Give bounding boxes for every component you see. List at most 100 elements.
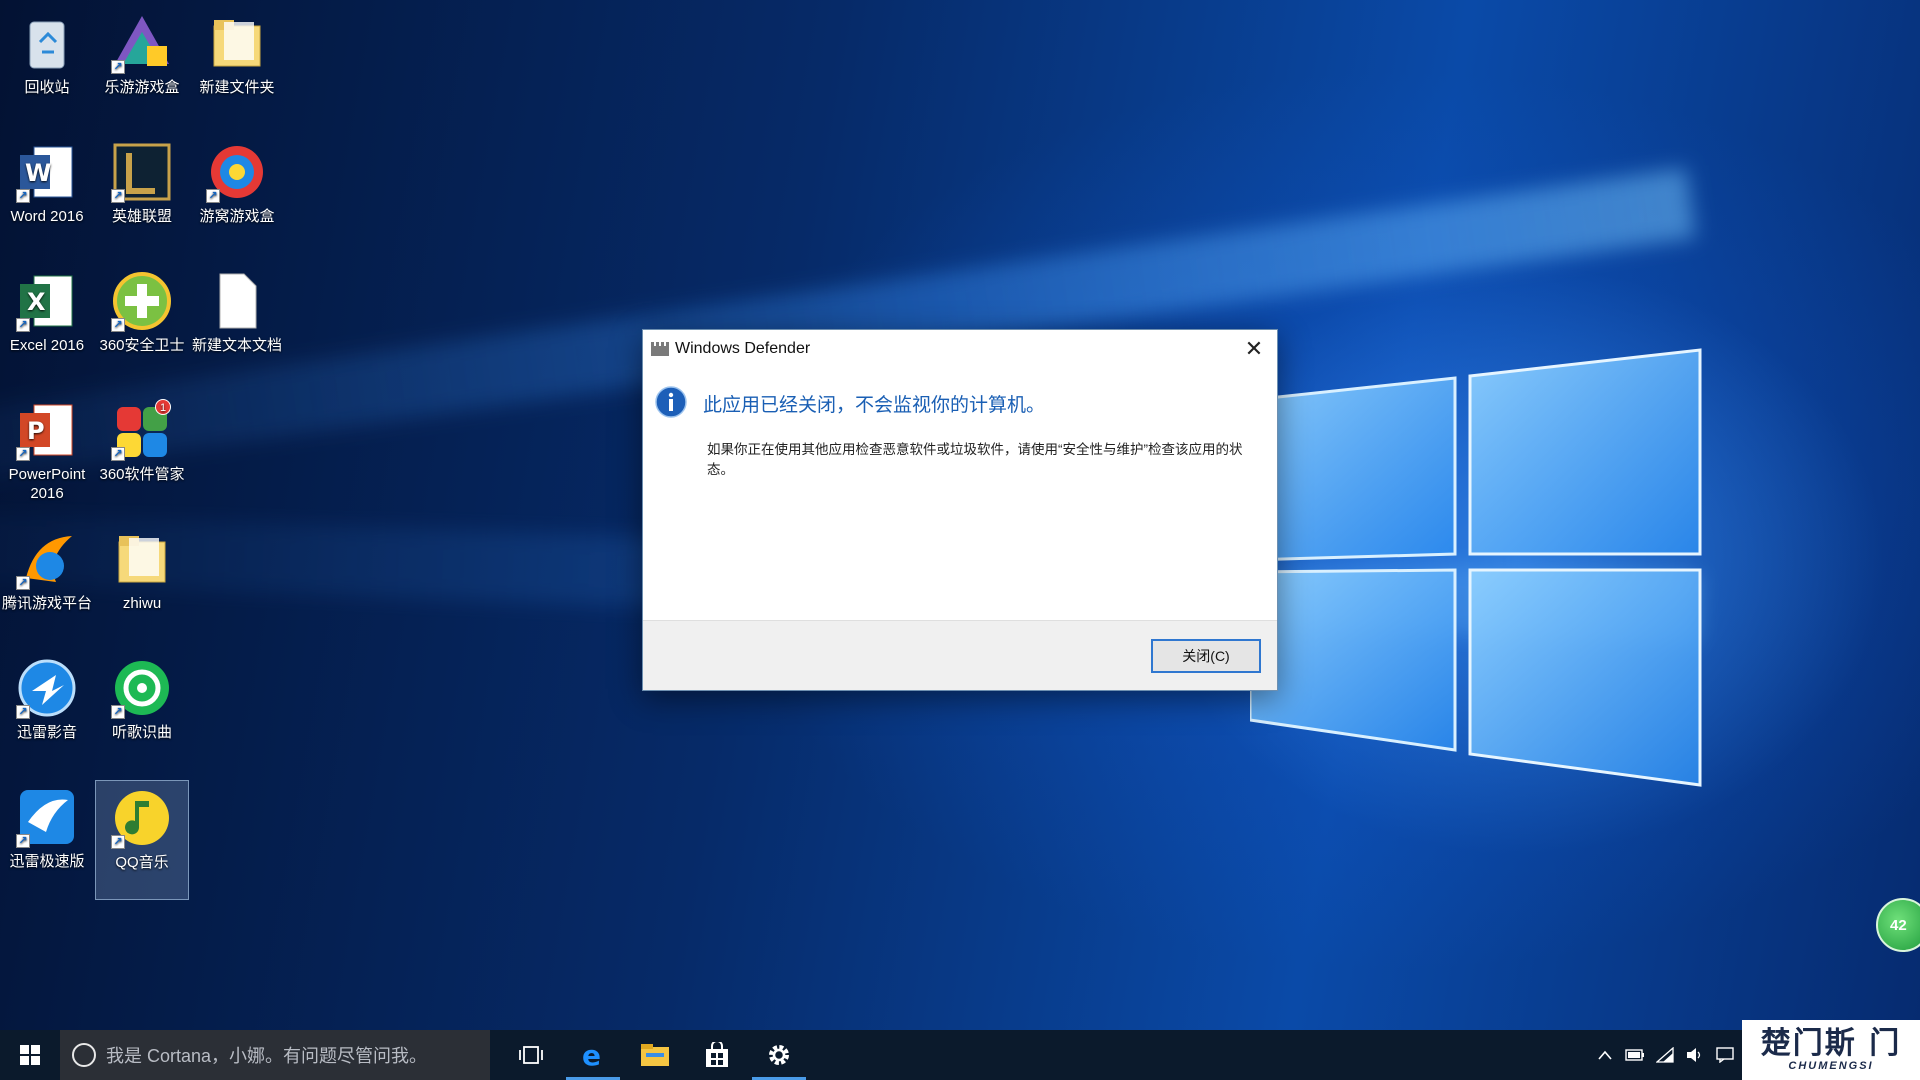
desktop-icon-label: Word 2016 <box>10 208 84 225</box>
desktop-icon[interactable]: P ↗ PowerPoint 2016 <box>0 393 94 513</box>
desktop-icon[interactable]: X ↗ Excel 2016 <box>0 264 94 384</box>
notification-badge: 1 <box>155 399 171 415</box>
dialog-main-message: 此应用已经关闭，不会监视你的计算机。 <box>703 395 1046 416</box>
shortcut-arrow-icon: ↗ <box>16 834 30 848</box>
settings-icon <box>769 1045 789 1065</box>
desktop-icon[interactable]: ↗ 游窝游戏盒 <box>190 135 284 255</box>
recycle-bin-icon <box>16 12 78 74</box>
text-document-icon <box>206 270 268 332</box>
watermark-logo: 楚门斯 门 <box>1760 1026 1902 1061</box>
song-recognition-icon: ↗ <box>111 657 173 719</box>
desktop-icon-label: 360安全卫士 <box>99 337 185 354</box>
shortcut-arrow-icon: ↗ <box>206 189 220 203</box>
desktop-icon[interactable]: 回收站 <box>0 6 94 126</box>
desktop-icon[interactable]: ↗ QQ音乐 <box>95 780 189 900</box>
svg-text:e: e <box>582 1041 601 1069</box>
store-icon <box>706 1042 728 1067</box>
watermark-text: CHUMENGSI <box>1788 1060 1874 1072</box>
desktop-icon-label: 回收站 <box>24 79 70 96</box>
taskbar-file-explorer[interactable] <box>624 1030 686 1080</box>
file-explorer-icon <box>641 1044 669 1066</box>
shortcut-arrow-icon: ↗ <box>111 318 125 332</box>
dialog-footer: 关闭(C) <box>643 620 1277 690</box>
desktop-icon[interactable]: ↗ 360安全卫士 <box>95 264 189 384</box>
shortcut-arrow-icon: ↗ <box>111 60 125 74</box>
defender-castle-icon <box>651 342 669 356</box>
start-button[interactable] <box>0 1030 60 1080</box>
desktop-icon-label: 听歌识曲 <box>111 724 172 741</box>
youwo-game-box-icon: ↗ <box>206 141 268 203</box>
windows-logo-light <box>1250 348 1702 787</box>
windows-defender-dialog: Windows Defender ✕ 此应用已经关闭，不会监视你的计算机。 如果… <box>642 329 1278 691</box>
taskbar-store[interactable] <box>686 1030 748 1080</box>
folder-icon <box>111 528 173 590</box>
desktop-icon[interactable]: ↗ 腾讯游戏平台 <box>0 522 94 642</box>
info-icon <box>655 386 687 418</box>
desktop-icon[interactable]: ↗ 听歌识曲 <box>95 651 189 771</box>
excel-icon: X ↗ <box>16 270 78 332</box>
desktop-icon[interactable]: ↗ 迅雷极速版 <box>0 780 94 900</box>
desktop-icon-label: 新建文件夹 <box>199 79 275 96</box>
wifi-icon[interactable] <box>1650 1030 1680 1080</box>
shortcut-arrow-icon: ↗ <box>16 576 30 590</box>
dialog-title: Windows Defender <box>675 340 811 357</box>
edge-icon: e <box>582 1041 601 1069</box>
taskbar: 我是 Cortana，小娜。有问题尽管问我。 e <box>0 1030 1920 1080</box>
svg-text:X: X <box>27 288 46 316</box>
dialog-titlebar[interactable]: Windows Defender <box>643 330 1277 368</box>
desktop-icon-label: 英雄联盟 <box>111 208 172 225</box>
desktop-icon[interactable]: 新建文件夹 <box>190 6 284 126</box>
desktop-icon[interactable]: ↗ 迅雷影音 <box>0 651 94 771</box>
chevron-up-icon[interactable] <box>1590 1030 1620 1080</box>
shortcut-arrow-icon: ↗ <box>111 447 125 461</box>
word-icon: W ↗ <box>16 141 78 203</box>
leyou-game-box-icon: ↗ <box>111 12 173 74</box>
desktop-icon-label: 360软件管家 <box>99 466 185 483</box>
battery-icon[interactable] <box>1620 1030 1650 1080</box>
desktop-icon[interactable]: ↗ 英雄联盟 <box>95 135 189 255</box>
close-button[interactable]: 关闭(C) <box>1151 639 1261 673</box>
shortcut-arrow-icon: ↗ <box>111 189 125 203</box>
desktop-icon[interactable]: W ↗ Word 2016 <box>0 135 94 255</box>
site-watermark: 楚门斯 门 CHUMENGSI <box>1742 1020 1920 1080</box>
desktop-icon-label: 迅雷影音 <box>16 724 77 741</box>
xunlei-player-icon: ↗ <box>16 657 78 719</box>
tencent-games-icon: ↗ <box>16 528 78 590</box>
desktop-icon[interactable]: ↗ 1 360软件管家 <box>95 393 189 513</box>
desktop-icon-label: zhiwu <box>122 595 162 612</box>
svg-text:P: P <box>27 417 45 445</box>
360-software-manager-icon: ↗ 1 <box>111 399 173 461</box>
desktop-icon-label: PowerPoint 2016 <box>8 466 86 502</box>
windows-start-icon <box>20 1045 40 1065</box>
desktop-icon[interactable]: ↗ 乐游游戏盒 <box>95 6 189 126</box>
desktop-icon-label: 乐游游戏盒 <box>104 79 180 96</box>
notification-icon[interactable] <box>1710 1030 1740 1080</box>
cortana-icon <box>72 1043 96 1067</box>
folder-icon <box>206 12 268 74</box>
league-of-legends-icon: ↗ <box>111 141 173 203</box>
shortcut-arrow-icon: ↗ <box>16 447 30 461</box>
taskbar-settings[interactable] <box>748 1030 810 1080</box>
task-view-icon <box>519 1046 543 1064</box>
360-security-icon: ↗ <box>111 270 173 332</box>
desktop-icon-label: 新建文本文档 <box>191 337 282 354</box>
desktop-icon[interactable]: zhiwu <box>95 522 189 642</box>
powerpoint-icon: P ↗ <box>16 399 78 461</box>
shortcut-arrow-icon: ↗ <box>111 835 125 849</box>
desktop-icon-label: 游窝游戏盒 <box>199 208 275 225</box>
taskbar-edge[interactable]: e <box>562 1030 624 1080</box>
volume-icon[interactable] <box>1680 1030 1710 1080</box>
shortcut-arrow-icon: ↗ <box>111 705 125 719</box>
svg-text:W: W <box>25 159 51 187</box>
search-placeholder: 我是 Cortana，小娜。有问题尽管问我。 <box>106 1046 428 1066</box>
dialog-sub-message: 如果你正在使用其他应用检查恶意软件或垃圾软件，请使用“安全性与维护”检查该应用的… <box>707 442 1243 477</box>
cortana-search-box[interactable]: 我是 Cortana，小娜。有问题尽管问我。 <box>60 1030 490 1080</box>
desktop-icon-label: Excel 2016 <box>9 337 85 354</box>
qq-music-icon: ↗ <box>111 787 173 849</box>
desktop-icon[interactable]: 新建文本文档 <box>190 264 284 384</box>
close-icon[interactable]: ✕ <box>1231 330 1277 368</box>
task-view-button[interactable] <box>500 1030 562 1080</box>
xunlei-speed-icon: ↗ <box>16 786 78 848</box>
shortcut-arrow-icon: ↗ <box>16 189 30 203</box>
desktop-icon-label: 迅雷极速版 <box>9 853 85 870</box>
